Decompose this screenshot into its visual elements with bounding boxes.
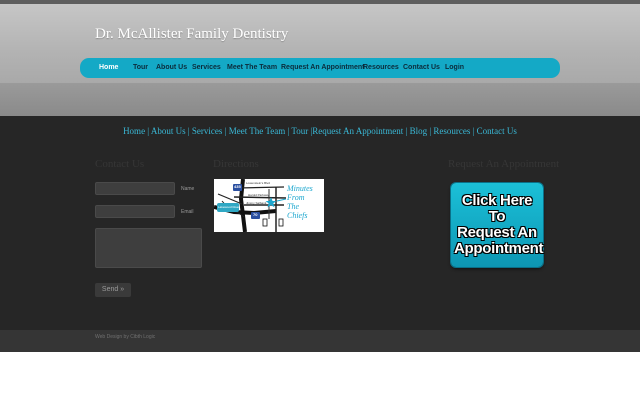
nav-item-contact-us[interactable]: Contact Us: [403, 58, 440, 78]
request-appointment-button[interactable]: Click Here To Request An Appointment: [451, 183, 543, 267]
appointment-button-line: Appointment: [454, 240, 544, 257]
email-label: Email: [181, 209, 194, 215]
nav-item-about-us[interactable]: About Us: [156, 58, 187, 78]
map-annotation-line: Chiefs: [287, 211, 308, 220]
map-road-label: Jimmy Salbank: [246, 201, 267, 205]
map-road-label: Lakewood Road: [218, 205, 240, 209]
nav-item-resources[interactable]: Resources: [363, 58, 399, 78]
map-road-label: Lowenstein's Blvd: [246, 181, 270, 185]
appointment-title: Request An Appointment: [448, 158, 560, 170]
directions-title: Directions: [213, 158, 259, 170]
header-band: [0, 83, 640, 116]
message-field[interactable]: [95, 228, 202, 268]
name-label: Name: [181, 186, 195, 192]
nav-item-meet-the-team[interactable]: Meet The Team: [227, 58, 277, 78]
nav-item-login[interactable]: Login: [445, 58, 464, 78]
main-nav: Home Tour About Us Services Meet The Tea…: [80, 58, 560, 78]
map-annotation-line: From: [287, 193, 305, 202]
email-field[interactable]: [95, 205, 175, 218]
nav-item-request-appointment[interactable]: Request An Appointment: [281, 58, 364, 78]
send-button[interactable]: Send »: [95, 283, 131, 297]
map-annotation-line: Minutes: [287, 184, 313, 193]
quick-links[interactable]: Home | About Us | Services | Meet The Te…: [0, 126, 640, 136]
appointment-button-line: Request An: [457, 224, 537, 241]
nav-item-services[interactable]: Services: [192, 58, 221, 78]
footer-credit[interactable]: Web Design by Cibth Logic: [95, 334, 155, 340]
map-annotation: Minutes From The Chiefs: [287, 184, 323, 220]
contact-title: Contact Us: [95, 158, 145, 170]
appointment-button-text: Click Here To Request An Appointment: [454, 192, 544, 257]
appointment-button-line: Click Here To: [461, 192, 533, 225]
map-shield-70: 70: [253, 212, 258, 217]
site-title[interactable]: Dr. McAllister Family Dentistry: [95, 26, 288, 43]
map-annotation-line: The: [287, 202, 299, 211]
nav-item-tour[interactable]: Tour: [133, 58, 148, 78]
map-road-label: Harold Parkway: [248, 193, 270, 197]
name-field[interactable]: [95, 182, 175, 195]
nav-item-home[interactable]: Home: [99, 58, 118, 78]
directions-map[interactable]: 435 70 Lowenstein's Blvd Harold Parkway …: [214, 179, 324, 232]
map-shield-435: 435: [234, 184, 241, 189]
